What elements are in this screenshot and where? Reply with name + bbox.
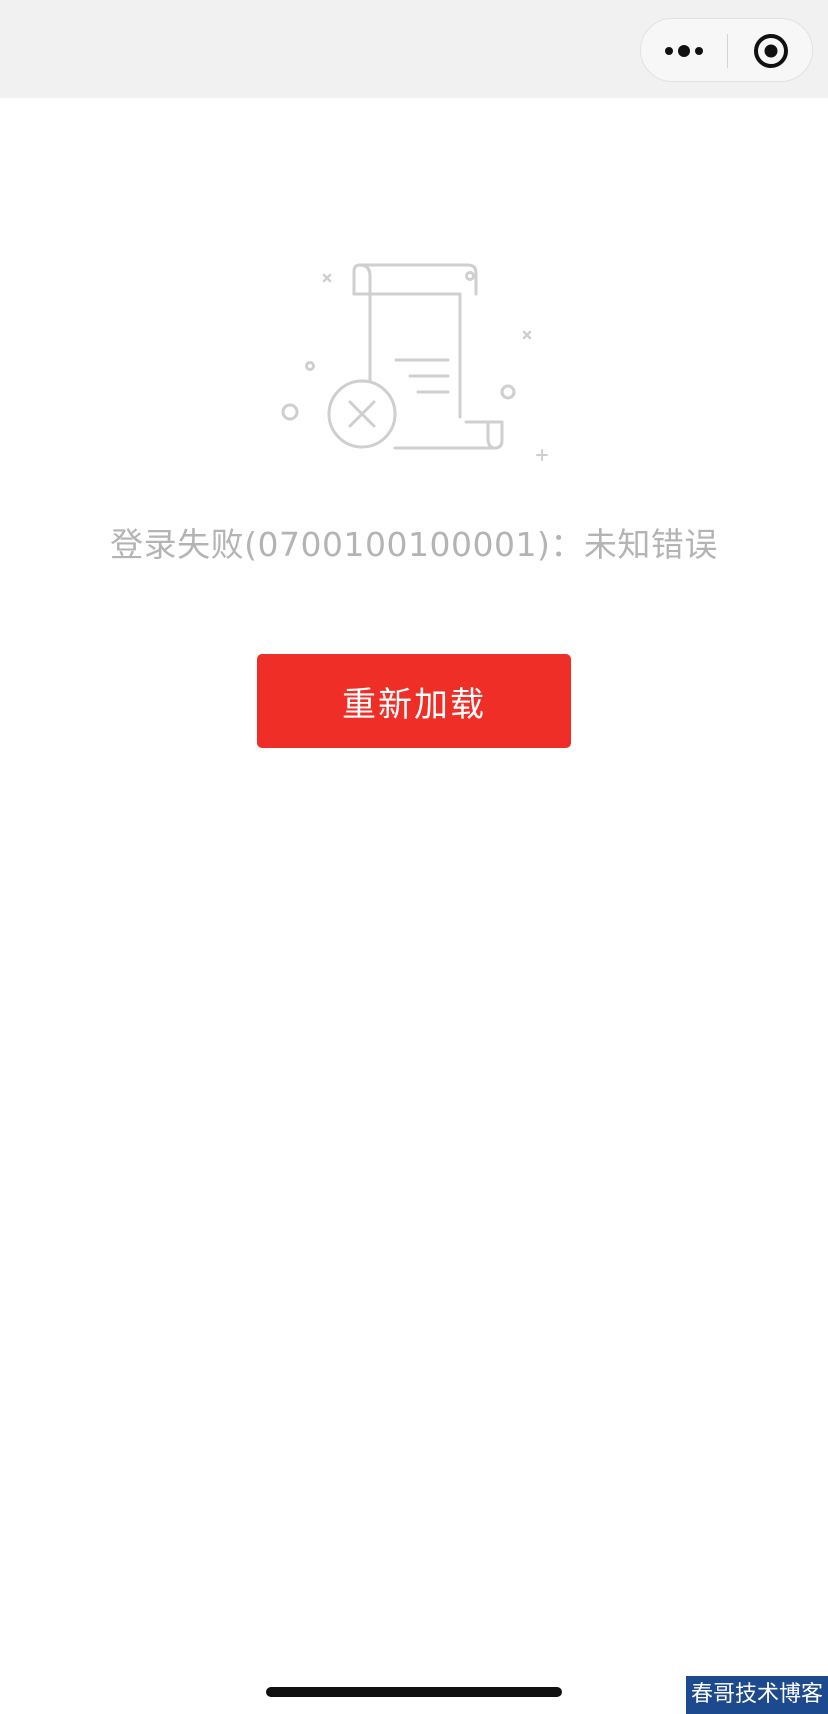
document-error-icon xyxy=(281,263,548,461)
error-message: 登录失败(0700100100001)：未知错误 xyxy=(110,525,718,564)
more-dots-icon xyxy=(665,45,703,57)
reload-button[interactable]: 重新加载 xyxy=(257,654,571,748)
capsule-menu xyxy=(640,18,813,82)
watermark-label: 春哥技术博客 xyxy=(686,1676,828,1714)
home-indicator[interactable] xyxy=(266,1687,562,1697)
target-circle-icon xyxy=(754,34,788,68)
mini-program-navbar xyxy=(0,0,828,98)
close-mini-program-button[interactable] xyxy=(728,19,814,83)
more-button[interactable] xyxy=(641,19,727,83)
